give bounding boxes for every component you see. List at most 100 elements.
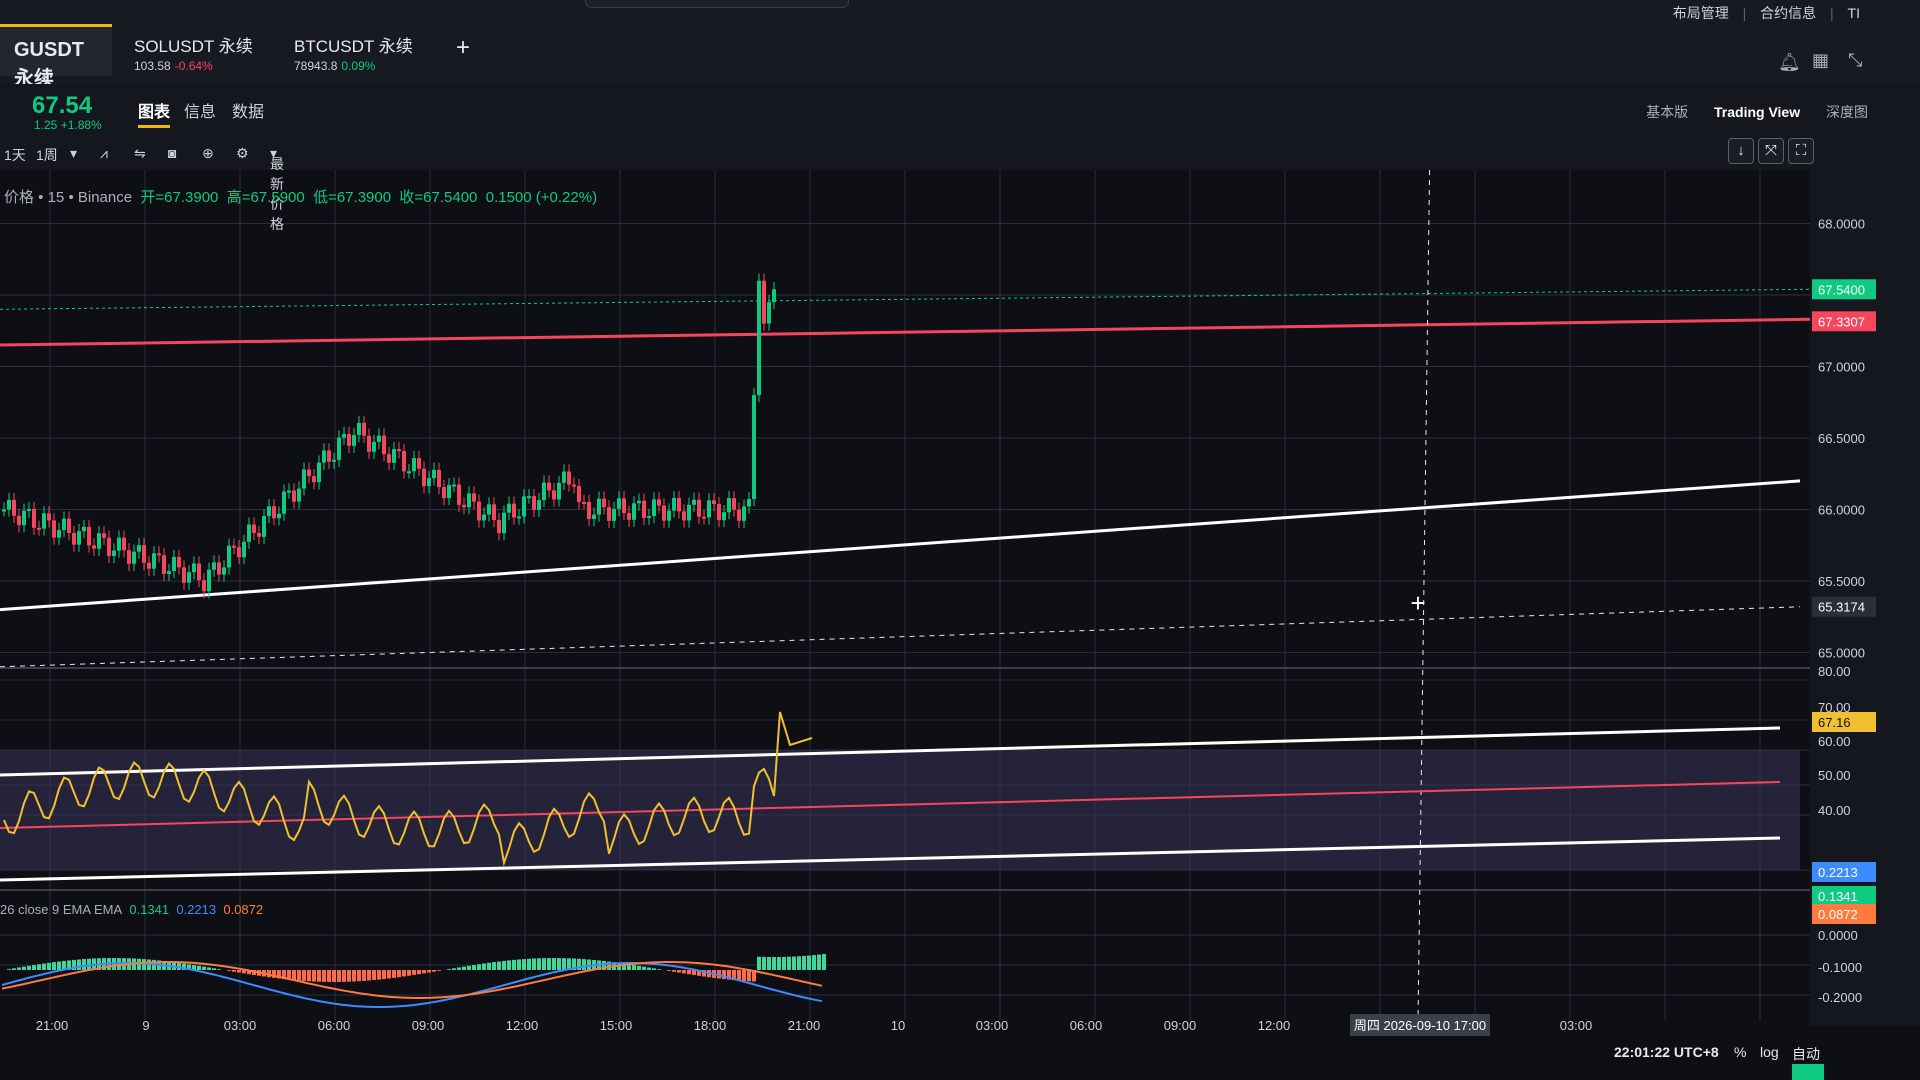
add-tab-icon[interactable]: + (456, 34, 470, 62)
macd-bar (782, 956, 786, 970)
candle-body (32, 508, 36, 528)
candle-body (447, 485, 451, 499)
macd-bar (22, 966, 26, 970)
macd-bar (637, 965, 641, 970)
candle-body (397, 449, 401, 452)
settings-icon[interactable]: ⚙ (236, 145, 249, 162)
tab-data[interactable]: 数据 (232, 98, 264, 122)
macd-bar (772, 956, 776, 970)
compare-icon[interactable]: ⇋ (134, 145, 146, 162)
macd-bar (767, 956, 771, 970)
macd-dif: 0.2213 (176, 902, 217, 917)
candle-body (732, 498, 736, 510)
candle-body (257, 532, 261, 537)
layout-manage-link[interactable]: 布局管理 (1673, 5, 1729, 21)
candle-body (467, 493, 471, 508)
chevron-down-icon[interactable]: ▾ (70, 145, 77, 162)
ohlc-prefix: 价格 • 15 • Binance (4, 189, 133, 206)
candle-body (77, 531, 81, 545)
macd-bar (307, 970, 311, 982)
ohlc-open: 开=67.3900 (140, 189, 219, 206)
candle-body (357, 422, 361, 436)
macd-bar (477, 964, 481, 970)
macd-bar (402, 970, 406, 977)
candle-body (207, 569, 211, 592)
macd-bar (332, 970, 336, 982)
candle-body (682, 511, 686, 521)
price-source-select[interactable]: 最新价格 ▾ (270, 145, 284, 232)
macd-bar (562, 958, 566, 970)
macd-bar (682, 970, 686, 974)
candle-body (47, 513, 51, 521)
macd-legend: 26 close 9 EMA EMA 0.1341 0.2213 0.0872 (0, 902, 263, 917)
candle-body (137, 545, 141, 552)
candle-body (7, 499, 11, 510)
chart-mode-selector: 基本版 Trading View 深度图 (1624, 102, 1868, 122)
fit-icon[interactable]: ⤧ (1758, 138, 1784, 164)
interval-1d[interactable]: 1天 (4, 145, 26, 165)
candle-body (42, 513, 46, 529)
macd-bar (432, 970, 436, 972)
percent-toggle[interactable]: % (1734, 1044, 1746, 1060)
crosshair-time-label: 周四 2026-09-10 17:00 (1354, 1018, 1486, 1033)
macd-dea: 0.0872 (223, 902, 264, 917)
macd-bar (492, 962, 496, 970)
tab-info[interactable]: 信息 (184, 98, 216, 122)
target-icon[interactable]: ⊕ (202, 145, 214, 162)
macd-bar (677, 970, 681, 973)
macd-bar (822, 954, 826, 970)
grid-layout-icon[interactable]: ▦ (1812, 50, 1829, 71)
candle-body (92, 545, 96, 549)
candle-body (347, 434, 351, 446)
indicator-icon[interactable]: ⩘ (100, 145, 108, 162)
macd-bar (447, 969, 451, 970)
candle-body (217, 562, 221, 575)
time-tick: 03:00 (224, 1018, 257, 1033)
time-tick: 15:00 (600, 1018, 633, 1033)
mode-depth[interactable]: 深度图 (1826, 104, 1868, 120)
candle-body (387, 454, 391, 463)
auto-toggle[interactable]: 自动 (1792, 1044, 1820, 1064)
candle-body (622, 498, 626, 514)
time-tick: 12:00 (506, 1018, 539, 1033)
crosshair-h (0, 606, 1801, 668)
ti-link[interactable]: TI (1848, 5, 1860, 21)
tab-price: 103.58 (134, 59, 171, 73)
contract-info-link[interactable]: 合约信息 (1760, 5, 1816, 21)
macd-bar (302, 970, 306, 981)
top-right-menu: 布局管理 | 合约信息 | TI (1672, 5, 1860, 21)
log-toggle[interactable]: log (1760, 1044, 1779, 1060)
macd-bar (412, 970, 416, 975)
price-tick: 67.0000 (1818, 360, 1865, 375)
interval-1w[interactable]: 1周 (36, 145, 58, 165)
fullscreen-icon[interactable]: ⛶ (1788, 138, 1814, 164)
mode-tradingview[interactable]: Trading View (1714, 104, 1800, 120)
tab-chart[interactable]: 图表 (138, 98, 171, 128)
candle-body (192, 563, 196, 573)
candle-body (102, 533, 106, 538)
candle-body (492, 504, 496, 521)
collapse-icon[interactable]: ⤡ (1848, 50, 1862, 71)
time-tick: 12:00 (1258, 1018, 1291, 1033)
candle-body (617, 498, 621, 509)
candle-body (742, 506, 746, 521)
bell-icon[interactable]: 🔔︎ (1778, 52, 1801, 73)
candle-body (707, 500, 711, 518)
search-input[interactable] (585, 0, 849, 8)
macd-bar (797, 956, 801, 970)
rsi-tick: 80.00 (1818, 664, 1851, 679)
macd-bar (527, 958, 531, 970)
macd-bar (352, 970, 356, 982)
tab-btcusdt[interactable]: BTCUSDT 永续 78943.8 0.09% (280, 24, 430, 76)
candle-body (597, 498, 601, 515)
time-tick: 09:00 (412, 1018, 445, 1033)
camera-icon[interactable]: ◙ (168, 145, 176, 161)
mode-basic[interactable]: 基本版 (1646, 104, 1688, 120)
candle-body (482, 514, 486, 521)
download-icon[interactable]: ↓ (1728, 138, 1754, 164)
candle-body (312, 476, 316, 483)
last-price: 67.54 (32, 92, 93, 119)
tab-symbol-active[interactable]: GUSDT 永续 (0, 24, 112, 90)
tab-solusdt[interactable]: SOLUSDT 永续 103.58 -0.64% (120, 24, 270, 76)
trend-line-white (0, 479, 1801, 612)
